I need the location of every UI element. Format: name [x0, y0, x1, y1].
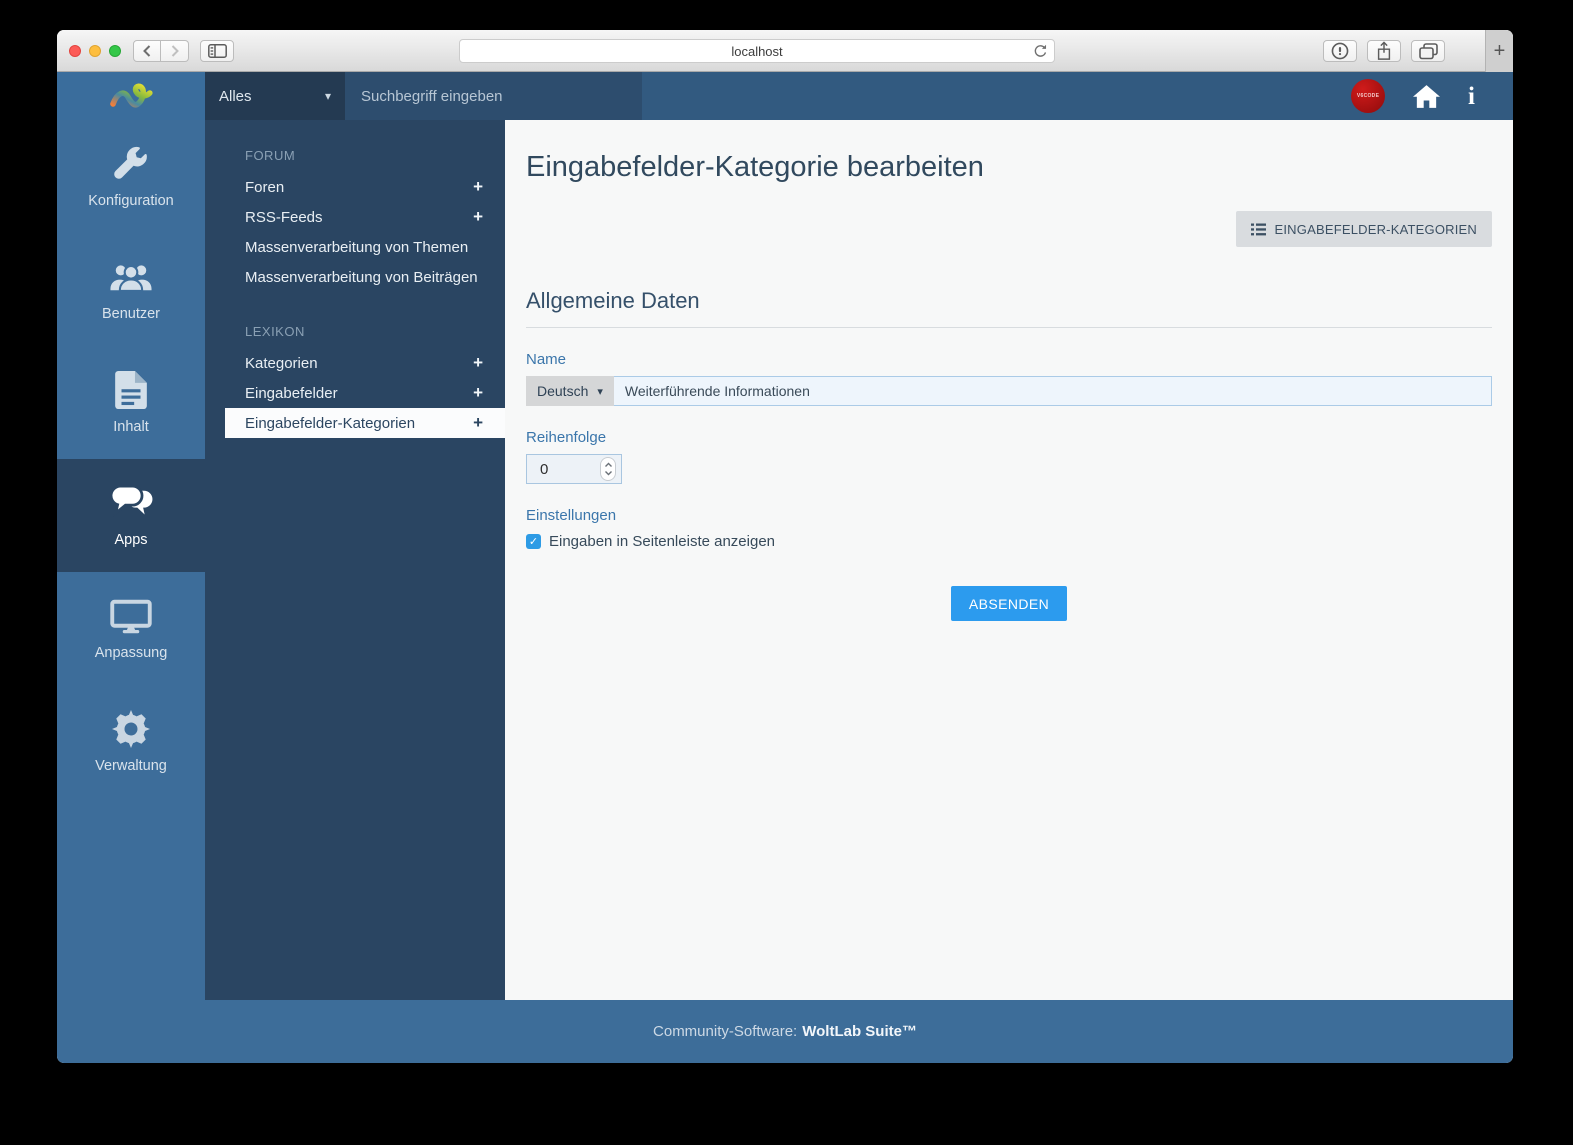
gear-icon — [112, 709, 150, 749]
avatar-text: V6CODE — [1357, 93, 1379, 99]
sidebar-item-anpassung[interactable]: Anpassung — [57, 572, 205, 685]
chevron-left-icon — [142, 45, 152, 57]
submit-button[interactable]: ABSENDEN — [951, 586, 1067, 621]
sidebar-item-apps[interactable]: Apps — [57, 459, 205, 572]
sidebar-checkbox[interactable]: ✓ — [526, 534, 541, 549]
logo-area[interactable] — [57, 72, 205, 120]
footer-text: Community-Software: — [653, 1023, 797, 1040]
url-text: localhost — [731, 44, 782, 59]
plus-icon: + — [1494, 40, 1506, 63]
sidebar-item-label: Anpassung — [95, 645, 168, 661]
sidebar-item-label: Apps — [114, 532, 147, 548]
address-bar[interactable]: localhost — [459, 39, 1055, 63]
language-dropdown[interactable]: Deutsch ▾ — [526, 376, 614, 406]
main-sidebar: Konfiguration Benutzer — [57, 120, 205, 1000]
tabs-icon — [1419, 43, 1438, 60]
menu-item-eingabefelder[interactable]: Eingabefelder + — [205, 378, 505, 408]
add-icon[interactable]: + — [473, 207, 483, 227]
order-field-label: Reihenfolge — [526, 429, 1492, 446]
browser-window: localhost — [57, 30, 1513, 1063]
sidebar-toggle-icon — [208, 44, 227, 58]
keyhole-circle-icon — [1330, 41, 1350, 61]
footer-brand: WoltLab Suite™ — [802, 1023, 917, 1040]
info-icon[interactable]: i — [1468, 84, 1475, 109]
zoom-window-button[interactable] — [109, 45, 121, 57]
share-icon — [1375, 41, 1393, 61]
order-input[interactable] — [529, 461, 581, 478]
menu-item-foren[interactable]: Foren + — [205, 172, 505, 202]
add-icon[interactable]: + — [473, 353, 483, 373]
menu-item-massenverarbeitung-beitraege[interactable]: Massenverarbeitung von Beiträgen — [205, 262, 505, 292]
tab-overview-button[interactable] — [1411, 40, 1445, 62]
scope-value: Alles — [219, 88, 252, 105]
eingabefelder-kategorien-list-button[interactable]: EINGABEFELDER-KATEGORIEN — [1236, 211, 1493, 247]
apps-submenu: FORUM Foren + RSS-Feeds + Massenverarbei… — [205, 120, 505, 1000]
chevron-right-icon — [170, 45, 180, 57]
menu-item-label: Massenverarbeitung von Themen — [245, 239, 468, 256]
close-window-button[interactable] — [69, 45, 81, 57]
chevron-down-icon: ▾ — [597, 385, 603, 398]
back-button[interactable] — [133, 40, 161, 62]
menu-item-label: Massenverarbeitung von Beiträgen — [245, 269, 478, 286]
add-icon[interactable]: + — [473, 177, 483, 197]
search-area — [345, 72, 642, 120]
sidebar-item-verwaltung[interactable]: Verwaltung — [57, 685, 205, 798]
menu-item-massenverarbeitung-themen[interactable]: Massenverarbeitung von Themen — [205, 232, 505, 262]
sidebar-item-benutzer[interactable]: Benutzer — [57, 233, 205, 346]
acp-header: Alles ▾ V6CODE i — [57, 72, 1513, 120]
users-icon — [109, 257, 153, 297]
menu-section-lexikon: LEXIKON — [205, 310, 505, 348]
menu-item-label: Eingabefelder — [245, 385, 338, 402]
share-button[interactable] — [1367, 40, 1401, 62]
search-scope-dropdown[interactable]: Alles ▾ — [205, 72, 345, 120]
woltlab-logo-icon — [108, 78, 154, 114]
checkbox-label: Eingaben in Seitenleiste anzeigen — [549, 533, 775, 550]
search-input[interactable] — [345, 88, 642, 105]
menu-item-label: Eingabefelder-Kategorien — [245, 415, 415, 432]
add-icon[interactable]: + — [473, 383, 483, 403]
menu-item-kategorien[interactable]: Kategorien + — [205, 348, 505, 378]
page-footer: Community-Software: WoltLab Suite™ — [57, 1000, 1513, 1063]
wrench-icon — [112, 144, 150, 184]
add-icon[interactable]: + — [473, 413, 483, 433]
settings-field-label: Einstellungen — [526, 507, 1492, 524]
reload-icon[interactable] — [1033, 44, 1048, 59]
page-title: Eingabefelder-Kategorie bearbeiten — [526, 151, 1492, 184]
menu-section-forum: FORUM — [205, 134, 505, 172]
list-icon — [1251, 223, 1266, 236]
content-area: Eingabefelder-Kategorie bearbeiten EINGA… — [505, 120, 1513, 1000]
section-title: Allgemeine Daten — [526, 288, 1492, 328]
forward-button[interactable] — [161, 40, 189, 62]
new-tab-button[interactable]: + — [1485, 30, 1513, 72]
sidebar-item-label: Inhalt — [113, 419, 148, 435]
menu-item-eingabefelder-kategorien[interactable]: Eingabefelder-Kategorien + — [225, 408, 505, 438]
sidebar-item-inhalt[interactable]: Inhalt — [57, 346, 205, 459]
number-stepper[interactable] — [600, 457, 616, 481]
language-value: Deutsch — [537, 383, 588, 399]
sidebar-item-label: Benutzer — [102, 306, 160, 322]
sidebar-item-label: Konfiguration — [88, 193, 173, 209]
monitor-icon — [110, 596, 152, 636]
sidebar-item-label: Verwaltung — [95, 758, 167, 774]
chevron-down-icon: ▾ — [325, 89, 331, 103]
sidebar-toggle-button[interactable] — [200, 40, 234, 62]
user-avatar[interactable]: V6CODE — [1351, 79, 1385, 113]
check-icon: ✓ — [529, 535, 538, 548]
browser-toolbar: localhost — [57, 30, 1513, 72]
menu-item-rss-feeds[interactable]: RSS-Feeds + — [205, 202, 505, 232]
name-input[interactable] — [614, 376, 1492, 406]
menu-item-label: Kategorien — [245, 355, 318, 372]
name-field-label: Name — [526, 351, 1492, 368]
menu-item-label: Foren — [245, 179, 284, 196]
comments-icon — [108, 483, 154, 523]
traffic-lights — [69, 45, 121, 57]
menu-item-label: RSS-Feeds — [245, 209, 323, 226]
minimize-window-button[interactable] — [89, 45, 101, 57]
password-manager-button[interactable] — [1323, 40, 1357, 62]
sidebar-item-konfiguration[interactable]: Konfiguration — [57, 120, 205, 233]
list-button-label: EINGABEFELDER-KATEGORIEN — [1275, 222, 1478, 237]
file-icon — [115, 370, 147, 410]
home-icon[interactable] — [1413, 85, 1440, 108]
